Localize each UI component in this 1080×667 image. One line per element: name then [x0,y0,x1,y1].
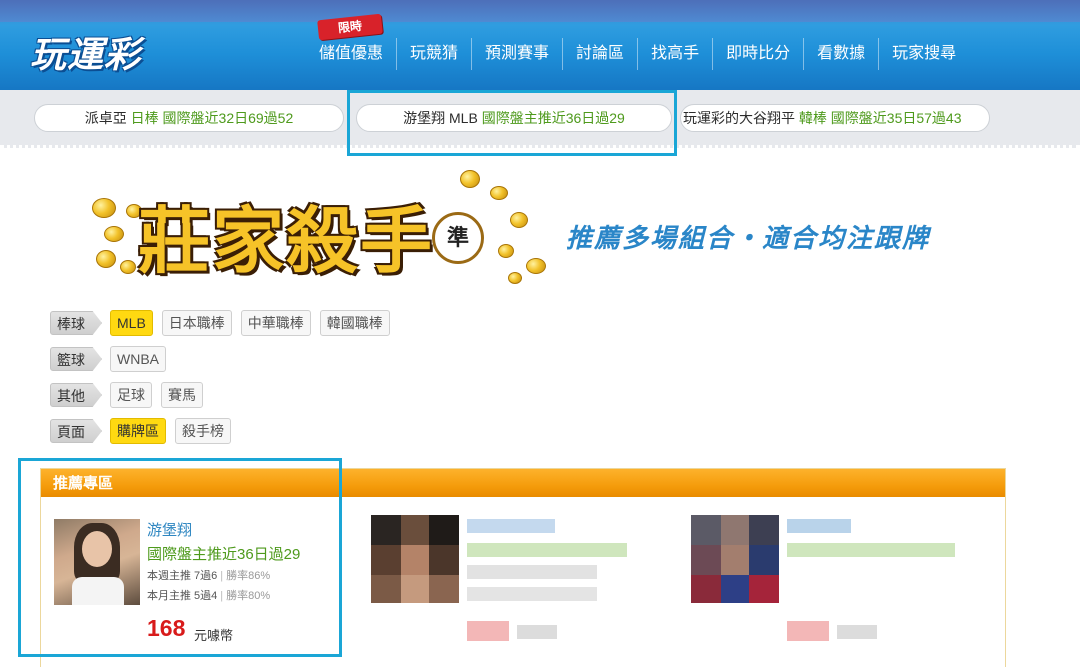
banner-slogan: 推薦多場組合・適合均注跟牌 [566,223,931,253]
ticker-sport: 韓棒 [798,110,827,126]
blurred-avatar[interactable] [371,515,459,603]
expert-avatar[interactable] [54,519,140,605]
limited-time-badge: 限時 [317,13,383,41]
blurred-price [467,621,509,641]
filter-chip-soccer[interactable]: 足球 [110,382,152,408]
filter-row-page: 頁面 購牌區 殺手榜 [50,418,240,444]
ticker-item[interactable]: 派卓亞 日棒 國際盤近32日69過52 [34,104,344,132]
price-unit: 元噱幣 [194,628,234,643]
recommend-panel: 推薦專區 游堡翔 國際盤主推近36日過29 本週主推 7過6 | 勝率86% 本月主… [40,468,1006,667]
nav-item-live-score[interactable]: 即時比分 [713,38,805,70]
blurred-avatar[interactable] [691,515,779,603]
blurred-record [787,543,955,557]
filter-chip-horse-racing[interactable]: 賽馬 [161,382,203,408]
nav-item-player-search[interactable]: 玩家搜尋 [879,38,969,70]
week-stat-line: 本週主推 7過6 | 勝率86% [147,570,271,582]
expert-name[interactable]: 游堡翔 [147,519,192,540]
main-nav: 儲值優惠 玩競猜 預測賽事 討論區 找高手 即時比分 看數據 玩家搜尋 [306,38,969,70]
filter-chip-cpbl[interactable]: 中華職棒 [240,310,311,336]
blurred-name [467,519,555,533]
blurred-stat [467,565,597,579]
filter-category: 其他 [50,383,102,407]
ticker-sport: 日棒 [130,110,159,126]
blurred-price [787,621,829,641]
ticker-record: 國際盤主推近36日過29 [481,110,625,126]
blurred-name [787,519,851,533]
week-rate: 勝率86% [226,570,271,582]
ticker-strip: 派卓亞 日棒 國際盤近32日69過52 游堡翔 MLB 國際盤主推近36日過29… [0,90,1080,148]
coin-decoration [526,258,546,274]
coin-decoration [96,250,116,268]
coin-decoration [498,244,514,258]
filter-category: 棒球 [50,311,102,335]
coin-decoration [92,198,116,218]
recommend-header: 推薦專區 [41,469,1005,497]
month-stat: 本月主推 5過4 [147,590,218,602]
ticker-record: 國際盤近35日57過43 [830,110,962,126]
coin-decoration [508,272,522,284]
filter-chip-kbo[interactable]: 韓國職棒 [319,310,390,336]
ticker-sport: MLB [449,110,478,126]
month-rate: 勝率80% [226,590,271,602]
nav-item-forum[interactable]: 討論區 [563,38,639,70]
nav-item-predict[interactable]: 預測賽事 [472,38,564,70]
ticker-record: 國際盤近32日69過52 [162,110,294,126]
ticker-name: 玩運彩的大谷翔平 [683,110,795,126]
filter-chip-mlb[interactable]: MLB [110,310,153,336]
week-stat: 本週主推 7過6 [147,570,218,582]
filter-chip-killer-ranking[interactable]: 殺手榜 [175,418,231,444]
ticker-name: 游堡翔 [403,110,446,126]
site-logo[interactable]: 玩運彩 [30,26,141,76]
nav-item-find-expert[interactable]: 找高手 [638,38,714,70]
coin-decoration [120,260,136,274]
blurred-stat [467,587,597,601]
coin-decoration [510,212,528,228]
expert-record: 國際盤主推近36日過29 [147,546,301,563]
nav-item-betting[interactable]: 玩競猜 [397,38,473,70]
ticker-item[interactable]: 玩運彩的大谷翔平 韓棒 國際盤近35日57過43 [680,104,990,132]
filter-chip-wnba[interactable]: WNBA [110,346,166,372]
filter-row-baseball: 棒球 MLB 日本職棒 中華職棒 韓國職棒 [50,310,399,336]
filter-category: 頁面 [50,419,102,443]
ticker-item[interactable]: 游堡翔 MLB 國際盤主推近36日過29 [356,104,672,132]
ticker-name: 派卓亞 [84,110,127,126]
month-stat-line: 本月主推 5過4 | 勝率80% [147,590,271,602]
blurred-unit [837,625,877,639]
top-nav-bar: 玩運彩 限時 儲值優惠 玩競猜 預測賽事 討論區 找高手 即時比分 看數據 玩家… [0,0,1080,90]
filter-row-other: 其他 足球 賽馬 [50,382,212,408]
nav-item-stats[interactable]: 看數據 [804,38,880,70]
coin-decoration [104,226,124,242]
blurred-record [467,543,627,557]
filter-row-basketball: 籃球 WNBA [50,346,175,372]
nav-item-topup[interactable]: 儲值優惠 [306,38,398,70]
filter-category: 籃球 [50,347,102,371]
filter-chip-npb[interactable]: 日本職棒 [161,310,232,336]
price-value: 168 [147,615,186,641]
filter-chip-purchase-area[interactable]: 購牌區 [110,418,166,444]
blurred-unit [517,625,557,639]
banner-stamp: 準 [432,212,484,264]
